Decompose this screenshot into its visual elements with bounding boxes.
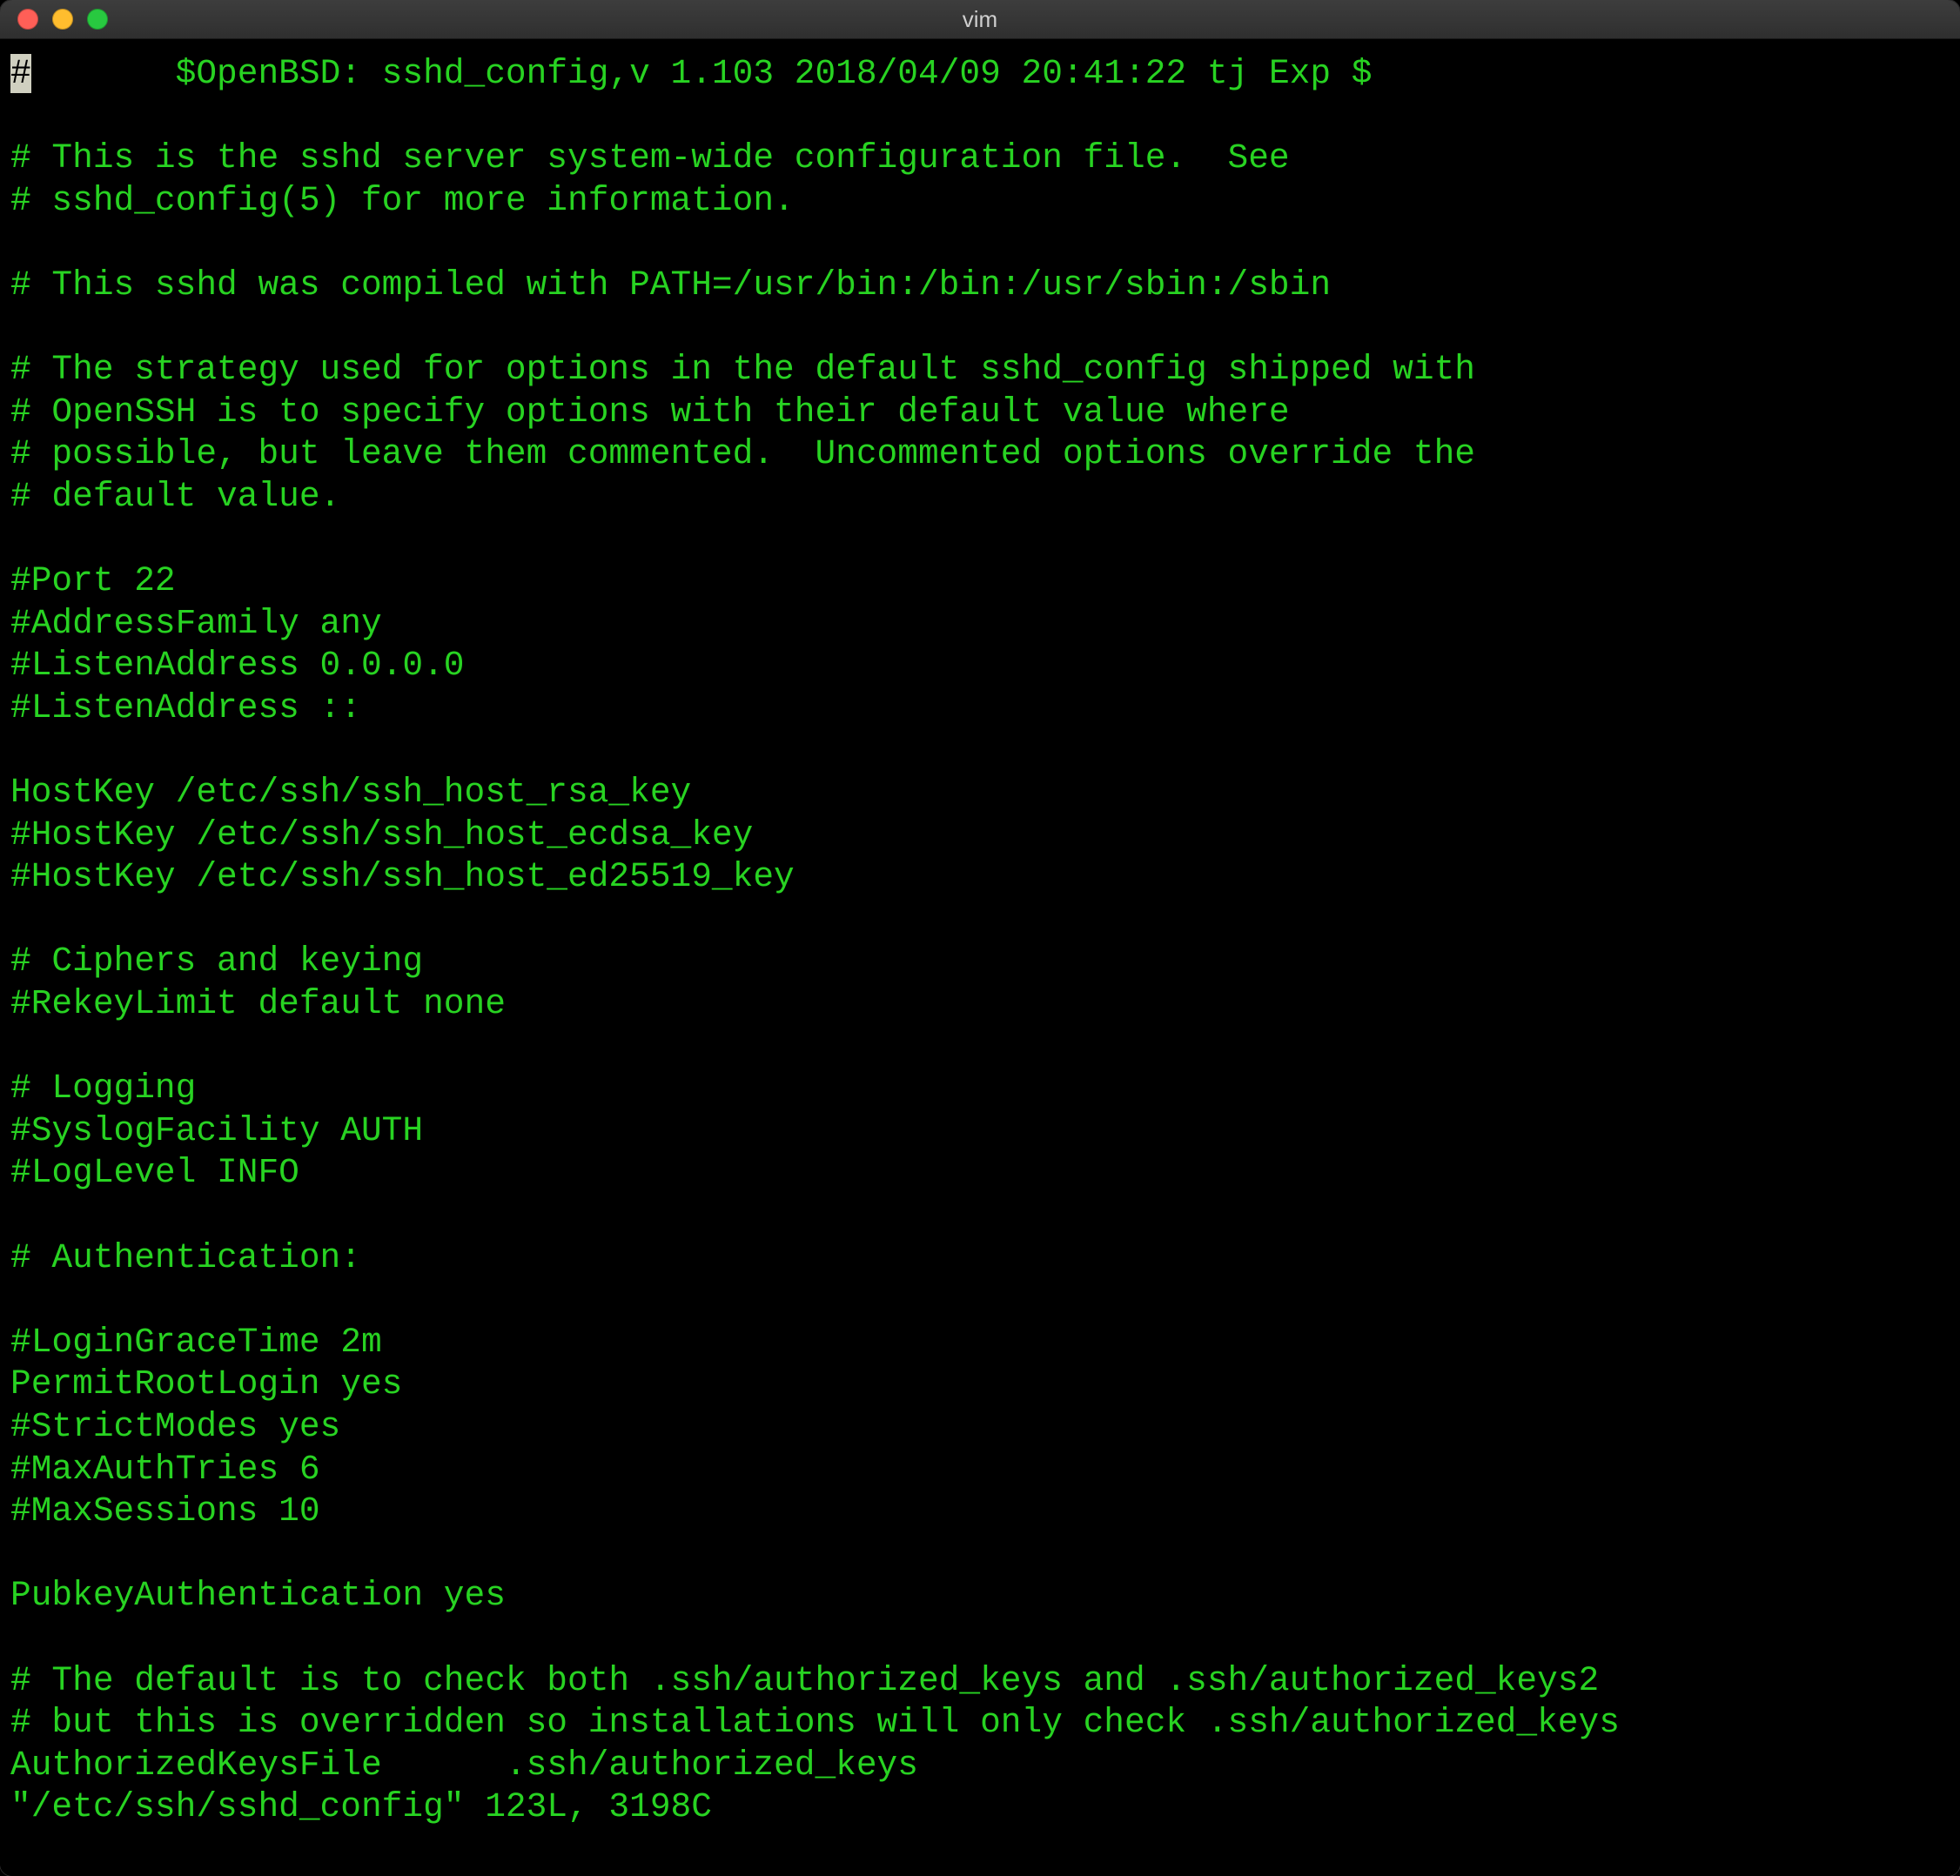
terminal-window: vim # $OpenBSD: sshd_config,v 1.103 2018… <box>0 0 1960 1876</box>
vim-editor-viewport[interactable]: # $OpenBSD: sshd_config,v 1.103 2018/04/… <box>0 39 1960 1876</box>
close-window-button[interactable] <box>17 9 38 30</box>
zoom-window-button[interactable] <box>87 9 108 30</box>
window-title: vim <box>0 6 1960 33</box>
vim-cursor: # <box>10 54 31 93</box>
window-controls <box>0 9 108 30</box>
file-line: $OpenBSD: sshd_config,v 1.103 2018/04/09… <box>31 54 1373 93</box>
window-titlebar[interactable]: vim <box>0 0 1960 39</box>
file-content: # This is the sshd server system-wide co… <box>10 138 1620 1785</box>
vim-status-line: "/etc/ssh/sshd_config" 123L, 3198C <box>10 1787 712 1826</box>
minimize-window-button[interactable] <box>52 9 73 30</box>
